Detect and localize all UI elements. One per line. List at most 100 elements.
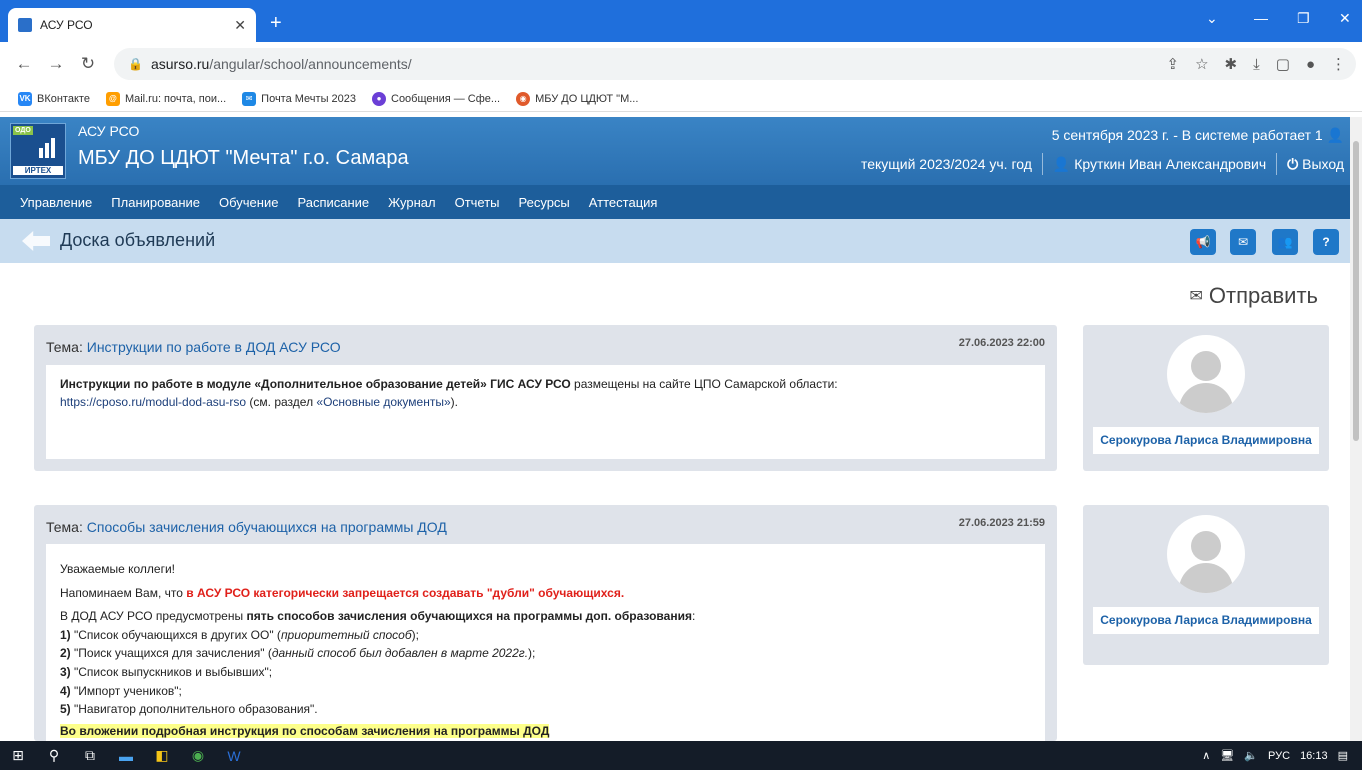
chevron-up-icon[interactable]: ∧ bbox=[1202, 749, 1210, 762]
scrollbar[interactable] bbox=[1350, 117, 1362, 741]
announcement-subject: Тема: Способы зачисления обучающихся на … bbox=[46, 519, 447, 535]
bookmark-sferum[interactable]: ● Сообщения — Сфе... bbox=[372, 91, 500, 106]
help-label: ? bbox=[1322, 235, 1330, 249]
star-icon[interactable]: ☆ bbox=[1195, 55, 1208, 73]
volume-icon[interactable]: 🔈 bbox=[1244, 749, 1258, 762]
announcement-body: Инструкции по работе в модуле «Дополните… bbox=[46, 365, 1045, 459]
browser-tab-strip: АСУ РСО ✕ + ⌄ — ❐ ✕ bbox=[0, 0, 1362, 42]
users-icon: 👥 bbox=[1277, 235, 1293, 249]
main-menu: Управление Планирование Обучение Расписа… bbox=[0, 185, 1362, 219]
users-button[interactable]: 👥 bbox=[1272, 229, 1298, 255]
store-icon[interactable]: ◧ bbox=[144, 747, 180, 764]
help-button[interactable]: ? bbox=[1313, 229, 1339, 255]
menu-reports[interactable]: Отчеты bbox=[455, 195, 500, 210]
main-docs-link[interactable]: «Основные документы» bbox=[316, 395, 450, 409]
user-profile-link[interactable]: 👤 Круткин Иван Александрович bbox=[1053, 156, 1266, 173]
close-tab-icon[interactable]: ✕ bbox=[234, 17, 246, 34]
network-icon[interactable]: 🖥 bbox=[1220, 749, 1234, 762]
app-name: АСУ РСО bbox=[78, 123, 140, 139]
menu-planning[interactable]: Планирование bbox=[111, 195, 200, 210]
explorer-icon[interactable]: ▬ bbox=[108, 748, 144, 764]
site-favicon-icon bbox=[18, 18, 32, 32]
tab-search-icon[interactable]: ⌄ bbox=[1206, 10, 1218, 27]
address-bar[interactable]: 🔒 asurso.ru /angular/school/announcement… bbox=[114, 48, 1356, 80]
clock[interactable]: 16:13 bbox=[1300, 750, 1328, 762]
list-item: 3) "Список выпускников и выбывших"; bbox=[60, 664, 273, 679]
browser-toolbar: ← → ↻ 🔒 asurso.ru /angular/school/announ… bbox=[0, 42, 1362, 86]
task-view-icon[interactable]: ⧉ bbox=[72, 747, 108, 764]
url-path: /angular/school/announcements/ bbox=[209, 56, 412, 72]
windows-start-icon[interactable]: ⊞ bbox=[0, 747, 36, 764]
menu-icon[interactable]: ⋮ bbox=[1331, 55, 1346, 73]
mail-icon: ✉ bbox=[242, 91, 257, 106]
announcements-button[interactable]: 📢 bbox=[1190, 229, 1216, 255]
share-icon[interactable]: ⇪ bbox=[1167, 55, 1180, 73]
close-window-icon[interactable]: ✕ bbox=[1339, 10, 1351, 27]
browser-tab[interactable]: АСУ РСО ✕ bbox=[8, 8, 256, 42]
word-icon[interactable]: W bbox=[216, 748, 252, 764]
announcement-date: 27.06.2023 22:00 bbox=[958, 337, 1045, 349]
avatar bbox=[1167, 515, 1245, 593]
profile-icon[interactable]: ● bbox=[1306, 56, 1315, 73]
announcement-subject-link[interactable]: Способы зачисления обучающихся на програ… bbox=[87, 519, 447, 535]
new-tab-icon[interactable]: + bbox=[270, 12, 282, 35]
menu-resources[interactable]: Ресурсы bbox=[519, 195, 570, 210]
mail-button[interactable]: ✉ bbox=[1230, 229, 1256, 255]
menu-schedule[interactable]: Расписание bbox=[297, 195, 369, 210]
bookmark-mbu[interactable]: ◉ МБУ ДО ЦДЮТ "М... bbox=[516, 91, 638, 106]
envelope-icon: ✉ bbox=[1189, 288, 1203, 305]
system-tray: ∧ 🖥 🔈 РУС 16:13 ▤ bbox=[1202, 741, 1348, 770]
vk-icon: VK bbox=[18, 91, 32, 106]
list-item: 2) "Поиск учащихся для зачисления" (данн… bbox=[60, 646, 536, 661]
back-icon[interactable]: ← bbox=[8, 54, 40, 74]
user-icon: 👤 bbox=[1052, 155, 1071, 172]
mailru-icon: @ bbox=[105, 91, 120, 106]
bookmark-mail-mechta[interactable]: ✉ Почта Мечты 2023 bbox=[242, 91, 356, 106]
announcement-subject: Тема: Инструкции по работе в ДОД АСУ РСО bbox=[46, 339, 341, 355]
school-year[interactable]: текущий 2023/2024 уч. год bbox=[861, 156, 1032, 172]
tab-title: АСУ РСО bbox=[40, 18, 93, 32]
search-icon[interactable]: ⚲ bbox=[36, 747, 72, 764]
reload-icon[interactable]: ↻ bbox=[72, 54, 104, 74]
restore-icon[interactable]: ❐ bbox=[1297, 10, 1310, 27]
irtex-logo[interactable]: ОДО ИРТЕХ bbox=[10, 123, 66, 179]
sferum-icon: ● bbox=[372, 91, 386, 106]
org-name: МБУ ДО ЦДЮТ "Мечта" г.о. Самара bbox=[78, 147, 409, 169]
chrome-icon[interactable]: ◉ bbox=[180, 747, 216, 764]
megaphone-icon: 📢 bbox=[1195, 235, 1211, 249]
scrollbar-thumb[interactable] bbox=[1353, 141, 1359, 441]
list-item: 4) "Импорт учеников"; bbox=[60, 683, 182, 698]
send-button[interactable]: ✉ Отправить bbox=[1190, 283, 1319, 309]
lock-icon: 🔒 bbox=[128, 57, 143, 71]
menu-journal[interactable]: Журнал bbox=[388, 195, 435, 210]
forward-icon[interactable]: → bbox=[40, 54, 72, 74]
author-name[interactable]: Серокурова Лариса Владимировна bbox=[1093, 427, 1319, 454]
online-status[interactable]: 5 сентября 2023 г. - В системе работает … bbox=[1052, 127, 1344, 144]
language-indicator[interactable]: РУС bbox=[1268, 750, 1290, 762]
author-card: Серокурова Лариса Владимировна bbox=[1083, 325, 1329, 471]
bookmark-vk[interactable]: VK ВКонтакте bbox=[18, 91, 90, 106]
menu-attestation[interactable]: Аттестация bbox=[589, 195, 658, 210]
author-card: Серокурова Лариса Владимировна bbox=[1083, 505, 1329, 665]
sidepanel-icon[interactable]: ▢ bbox=[1276, 55, 1290, 73]
bookmark-mailru[interactable]: @ Mail.ru: почта, пои... bbox=[105, 91, 226, 106]
announcement-subject-link[interactable]: Инструкции по работе в ДОД АСУ РСО bbox=[87, 339, 341, 355]
announcement-date: 27.06.2023 21:59 bbox=[958, 517, 1045, 529]
minimize-icon[interactable]: — bbox=[1254, 10, 1268, 26]
menu-management[interactable]: Управление bbox=[20, 195, 92, 210]
announcement-card: Тема: Инструкции по работе в ДОД АСУ РСО… bbox=[34, 325, 1057, 471]
logout-button[interactable]: ⏻ Выход bbox=[1287, 156, 1344, 173]
notifications-icon[interactable]: ▤ bbox=[1338, 749, 1348, 762]
author-name[interactable]: Серокурова Лариса Владимировна bbox=[1093, 607, 1319, 634]
power-icon: ⏻ bbox=[1287, 155, 1299, 172]
list-item: 1) "Список обучающихся в других ОО" (при… bbox=[60, 627, 419, 642]
cposo-link[interactable]: https://cposo.ru/modul-dod-asu-rso bbox=[60, 395, 246, 409]
url-host: asurso.ru bbox=[150, 56, 210, 72]
bookmarks-bar: VK ВКонтакте @ Mail.ru: почта, пои... ✉ Поч… bbox=[0, 86, 1362, 112]
page-title: Доска объявлений bbox=[60, 230, 216, 250]
back-arrow-icon[interactable] bbox=[22, 231, 50, 251]
menu-education[interactable]: Обучение bbox=[219, 195, 278, 210]
download-icon[interactable]: ⤓ bbox=[1253, 56, 1260, 73]
extensions-icon[interactable]: ✱ bbox=[1225, 55, 1238, 73]
envelope-icon: ✉ bbox=[1237, 235, 1249, 249]
